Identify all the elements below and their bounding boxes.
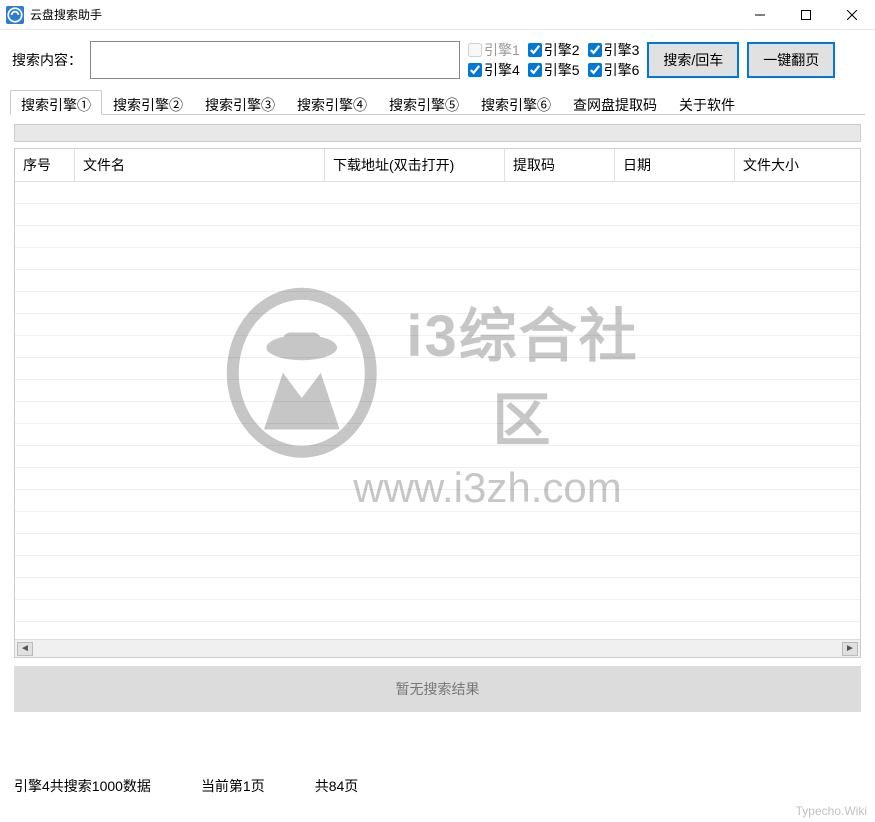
scroll-right-arrow-icon[interactable]: ► bbox=[842, 642, 858, 656]
status-bar: 引擎4共搜索1000数据 当前第1页 共84页 bbox=[10, 774, 865, 798]
table-row bbox=[15, 336, 860, 358]
table-row bbox=[15, 446, 860, 468]
engine1-checkbox[interactable] bbox=[468, 43, 482, 57]
tab-engine-5[interactable]: 搜索引擎⑤ bbox=[378, 90, 470, 115]
search-label: 搜索内容： bbox=[12, 50, 82, 70]
table-row bbox=[15, 380, 860, 402]
table-row bbox=[15, 600, 860, 622]
table-row bbox=[15, 512, 860, 534]
table-row bbox=[15, 468, 860, 490]
table-row bbox=[15, 204, 860, 226]
table-row bbox=[15, 556, 860, 578]
app-icon bbox=[6, 6, 24, 24]
tab-bar: 搜索引擎① 搜索引擎② 搜索引擎③ 搜索引擎④ 搜索引擎⑤ 搜索引擎⑥ 查网盘提… bbox=[0, 90, 875, 116]
next-page-button[interactable]: 一键翻页 bbox=[747, 42, 835, 78]
engine6-checkbox[interactable] bbox=[588, 63, 602, 77]
status-count: 引擎4共搜索1000数据 bbox=[14, 776, 151, 796]
table-row bbox=[15, 270, 860, 292]
table-header: 序号 文件名 下载地址(双击打开) 提取码 日期 文件大小 bbox=[15, 149, 860, 182]
tab-extract-code[interactable]: 查网盘提取码 bbox=[562, 90, 668, 115]
titlebar: 云盘搜索助手 bbox=[0, 0, 875, 30]
minimize-button[interactable] bbox=[737, 0, 783, 30]
table-row bbox=[15, 534, 860, 556]
tab-engine-6[interactable]: 搜索引擎⑥ bbox=[470, 90, 562, 115]
engine2-checkbox[interactable] bbox=[528, 43, 542, 57]
table-row bbox=[15, 402, 860, 424]
table-row bbox=[15, 622, 860, 639]
engine6-checkbox-label[interactable]: 引擎6 bbox=[588, 60, 640, 80]
tab-panel: 序号 文件名 下载地址(双击打开) 提取码 日期 文件大小 bbox=[10, 124, 865, 712]
engine1-checkbox-label[interactable]: 引擎1 bbox=[468, 40, 520, 60]
engine5-checkbox-label[interactable]: 引擎5 bbox=[528, 60, 580, 80]
table-row bbox=[15, 490, 860, 512]
search-input[interactable] bbox=[90, 41, 460, 79]
maximize-button[interactable] bbox=[783, 0, 829, 30]
engine-checkbox-group: 引擎1 引擎2 引擎3 引擎4 引擎5 引擎6 bbox=[468, 40, 639, 80]
engine5-checkbox[interactable] bbox=[528, 63, 542, 77]
results-table: 序号 文件名 下载地址(双击打开) 提取码 日期 文件大小 bbox=[14, 148, 861, 658]
status-total-pages: 共84页 bbox=[315, 776, 359, 796]
column-date[interactable]: 日期 bbox=[615, 149, 735, 181]
table-row bbox=[15, 358, 860, 380]
table-body: i3综合社区 www.i3zh.com bbox=[15, 182, 860, 639]
table-row bbox=[15, 182, 860, 204]
engine4-checkbox[interactable] bbox=[468, 63, 482, 77]
search-row: 搜索内容： 引擎1 引擎2 引擎3 引擎4 引擎5 引擎6 搜索/回车 一键翻页 bbox=[0, 30, 875, 90]
status-current-page: 当前第1页 bbox=[201, 776, 265, 796]
engine2-checkbox-label[interactable]: 引擎2 bbox=[528, 40, 580, 60]
table-row bbox=[15, 578, 860, 600]
search-button[interactable]: 搜索/回车 bbox=[647, 42, 739, 78]
tab-engine-4[interactable]: 搜索引擎④ bbox=[286, 90, 378, 115]
engine3-checkbox[interactable] bbox=[588, 43, 602, 57]
engine4-checkbox-label[interactable]: 引擎4 bbox=[468, 60, 520, 80]
scroll-left-arrow-icon[interactable]: ◄ bbox=[17, 642, 33, 656]
table-row bbox=[15, 226, 860, 248]
horizontal-scrollbar[interactable]: ◄ ► bbox=[15, 639, 860, 657]
tab-engine-3[interactable]: 搜索引擎③ bbox=[194, 90, 286, 115]
column-filename[interactable]: 文件名 bbox=[75, 149, 325, 181]
table-row bbox=[15, 292, 860, 314]
column-index[interactable]: 序号 bbox=[15, 149, 75, 181]
column-size[interactable]: 文件大小 bbox=[735, 149, 860, 181]
engine3-checkbox-label[interactable]: 引擎3 bbox=[588, 40, 640, 60]
window-title: 云盘搜索助手 bbox=[30, 6, 737, 23]
tab-engine-2[interactable]: 搜索引擎② bbox=[102, 90, 194, 115]
column-code[interactable]: 提取码 bbox=[505, 149, 615, 181]
tab-about[interactable]: 关于软件 bbox=[668, 90, 746, 115]
no-result-banner: 暂无搜索结果 bbox=[14, 666, 861, 712]
close-button[interactable] bbox=[829, 0, 875, 30]
tab-engine-1[interactable]: 搜索引擎① bbox=[10, 90, 102, 115]
progress-bar bbox=[14, 124, 861, 142]
footer-watermark: Typecho.Wiki bbox=[796, 804, 867, 818]
table-row bbox=[15, 248, 860, 270]
column-download[interactable]: 下载地址(双击打开) bbox=[325, 149, 505, 181]
table-row bbox=[15, 314, 860, 336]
table-row bbox=[15, 424, 860, 446]
